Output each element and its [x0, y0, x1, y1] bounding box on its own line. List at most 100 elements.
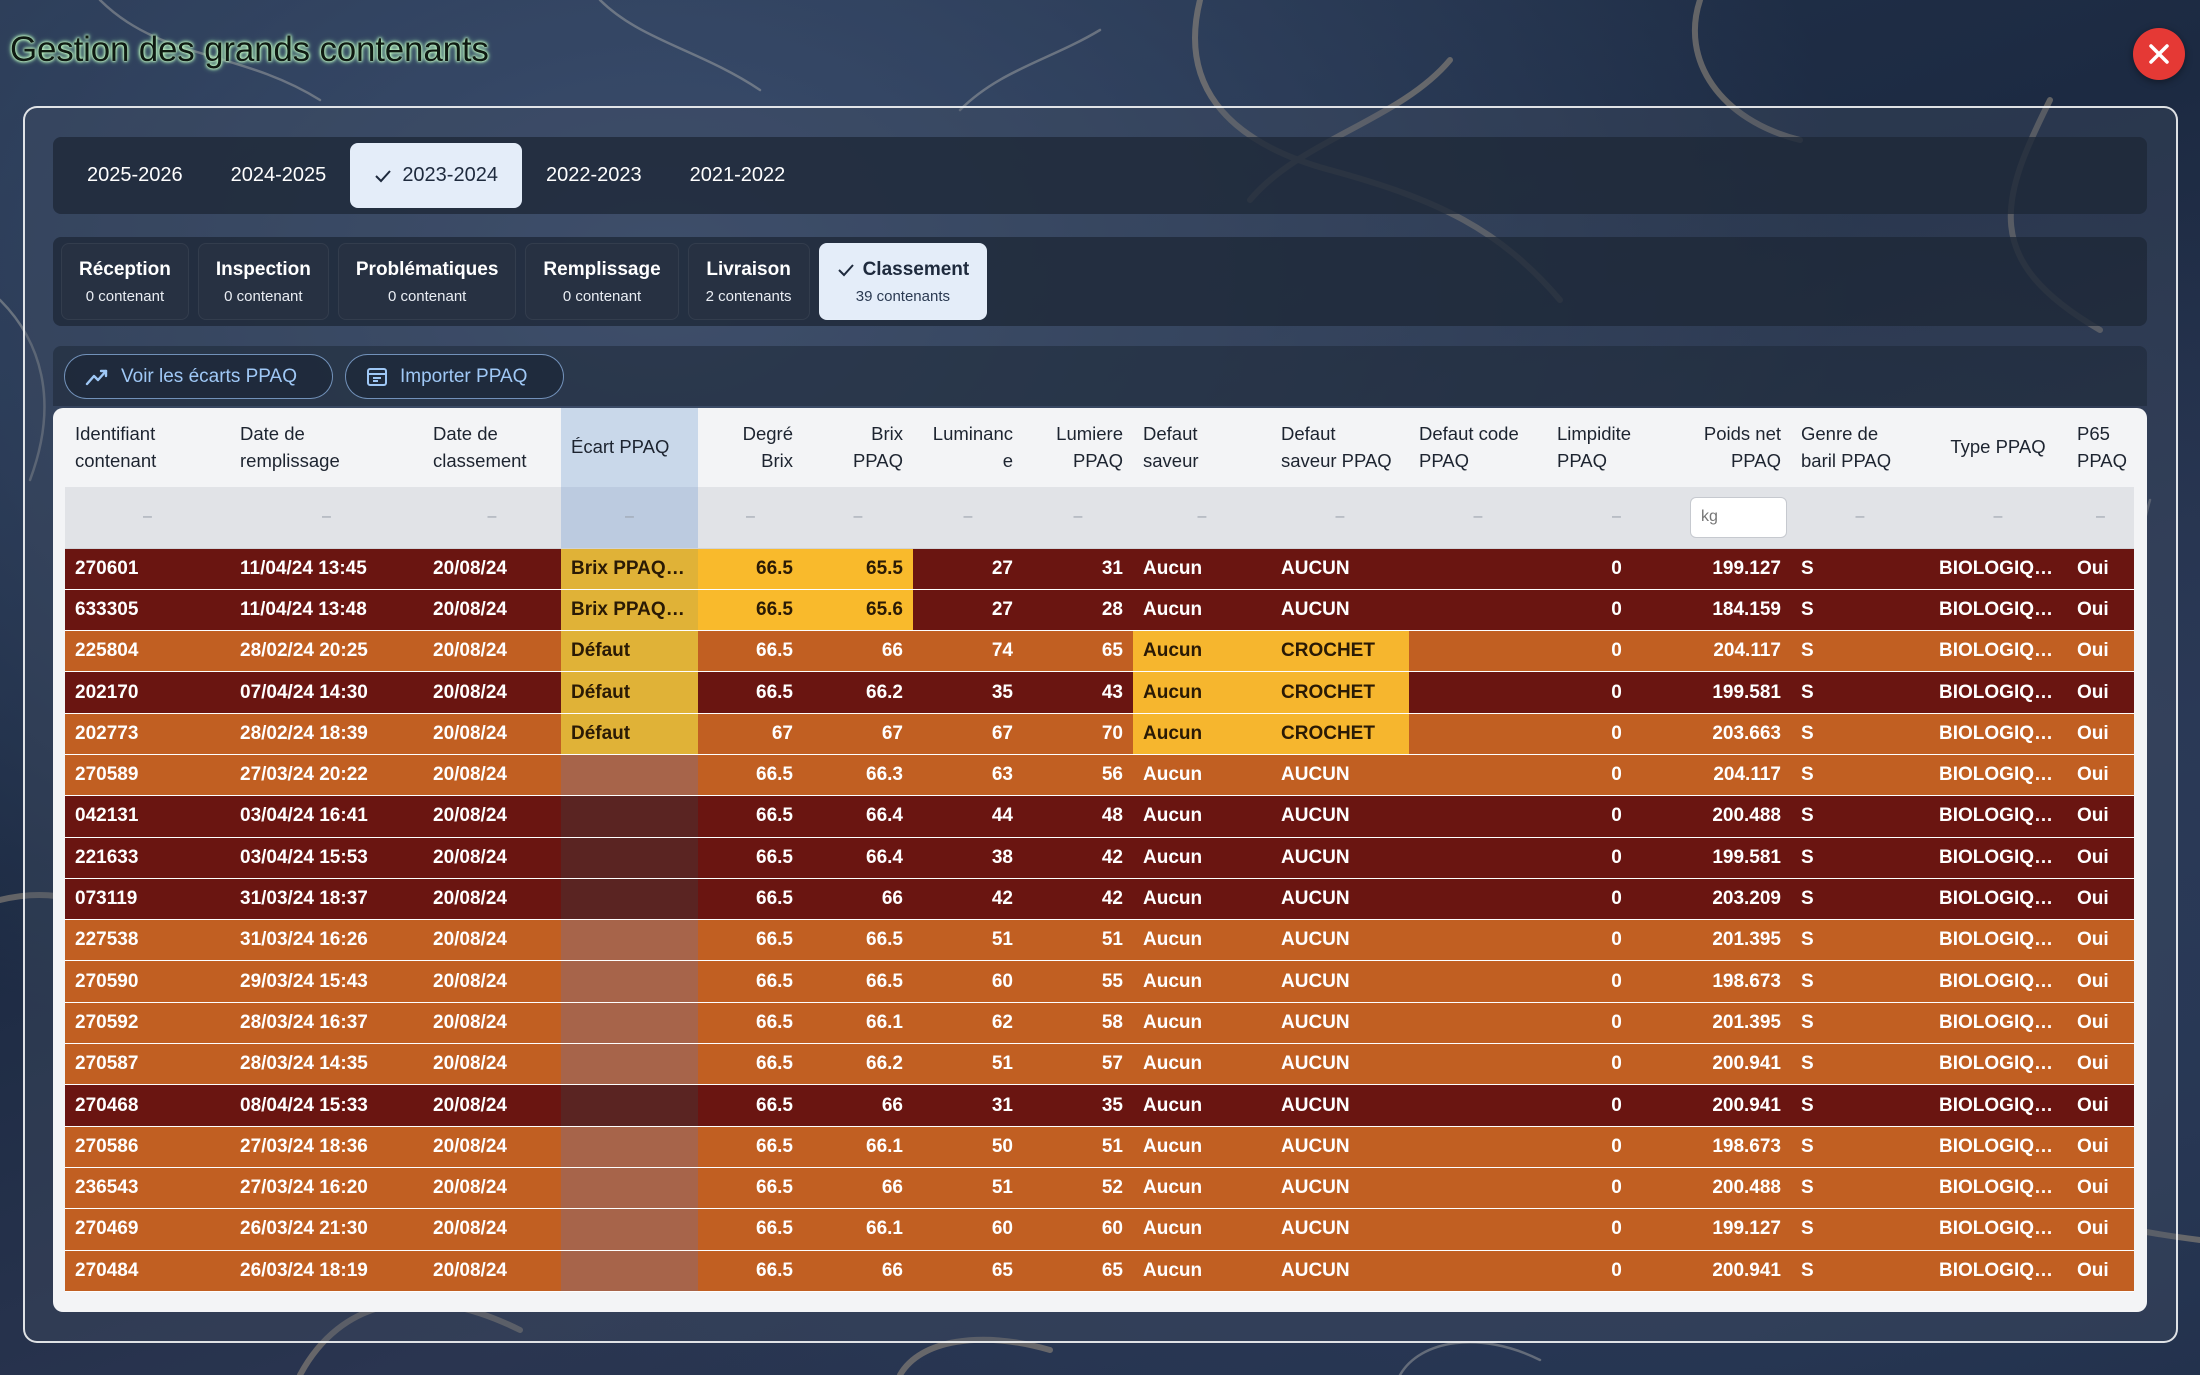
tab-stage-reception[interactable]: Réception 0 contenant: [61, 243, 189, 320]
cell-ecart-ppaq: [561, 919, 698, 962]
tab-year-2024-2025[interactable]: 2024-2025: [207, 143, 351, 208]
cell-p65-ppaq: Oui: [2067, 878, 2134, 921]
filter-limpidite-ppaq[interactable]: –: [1547, 487, 1686, 549]
col-header-lumiere-ppaq[interactable]: Lumiere PPAQ: [1023, 408, 1133, 487]
filter-luminance[interactable]: –: [913, 487, 1023, 549]
cell-lumiere-ppaq: 42: [1023, 878, 1133, 921]
col-header-id[interactable]: Identifiant contenant: [65, 408, 230, 487]
col-header-date-classement[interactable]: Date de classement: [423, 408, 561, 487]
importer-ppaq-button[interactable]: Importer PPAQ: [345, 354, 564, 399]
cell-defaut-code-ppaq: [1409, 1126, 1547, 1168]
col-header-brix-ppaq[interactable]: Brix PPAQ: [803, 408, 913, 487]
col-header-type-ppaq[interactable]: Type PPAQ: [1929, 408, 2067, 487]
cell-limpidite-ppaq: 0: [1547, 1167, 1686, 1210]
table-row[interactable]: 042131 03/04/24 16:41 20/08/24 66.5 66.4 44 48…: [65, 795, 2134, 838]
table-row[interactable]: 225804 28/02/24 20:25 20/08/24 Défaut 66.5 66…: [65, 630, 2134, 673]
filter-lumiere-ppaq[interactable]: –: [1023, 487, 1133, 549]
cell-defaut-saveur-ppaq: AUCUN: [1271, 878, 1409, 921]
tab-stage-livraison[interactable]: Livraison 2 contenants: [687, 243, 810, 320]
cell-p65-ppaq: Oui: [2067, 1208, 2134, 1251]
col-header-genre-baril[interactable]: Genre de baril PPAQ: [1791, 408, 1929, 487]
tab-stage-inspection[interactable]: Inspection 0 contenant: [197, 243, 329, 320]
cell-lumiere-ppaq: 52: [1023, 1167, 1133, 1210]
filter-defaut-saveur[interactable]: –: [1133, 487, 1271, 549]
cell-defaut-saveur: Aucun: [1133, 1043, 1271, 1086]
filter-genre-baril[interactable]: –: [1791, 487, 1929, 549]
filter-date-remplissage[interactable]: –: [230, 487, 423, 549]
cell-date-classement: 20/08/24: [423, 1043, 561, 1086]
cell-ecart-ppaq: [561, 1250, 698, 1292]
table-row[interactable]: 270469 26/03/24 21:30 20/08/24 66.5 66.1 60 60…: [65, 1208, 2134, 1251]
col-header-defaut-saveur-ppaq[interactable]: Defaut saveur PPAQ: [1271, 408, 1409, 487]
cell-defaut-code-ppaq: [1409, 754, 1547, 797]
cell-type-ppaq: BIOLOGIQUE: [1929, 630, 2067, 673]
tab-year-2022-2023[interactable]: 2022-2023: [522, 143, 666, 208]
cell-genre-baril: S: [1791, 713, 1929, 755]
cell-degre-brix: 66.5: [698, 1126, 803, 1168]
table-row[interactable]: 270592 28/03/24 16:37 20/08/24 66.5 66.1 62 58…: [65, 1002, 2134, 1045]
col-header-defaut-code-ppaq[interactable]: Defaut code PPAQ: [1409, 408, 1547, 487]
cell-id: 270586: [65, 1126, 230, 1168]
poids-net-filter-input[interactable]: [1690, 496, 1787, 538]
table-row[interactable]: 270587 28/03/24 14:35 20/08/24 66.5 66.2 51 57…: [65, 1043, 2134, 1086]
stage-tab-label: Classement: [862, 258, 970, 280]
table-row[interactable]: 270589 27/03/24 20:22 20/08/24 66.5 66.3 63 56…: [65, 754, 2134, 797]
table-row[interactable]: 270484 26/03/24 18:19 20/08/24 66.5 66 65 65 Au…: [65, 1250, 2134, 1292]
col-header-limpidite-ppaq[interactable]: Limpidite PPAQ: [1547, 408, 1686, 487]
filter-degre-brix[interactable]: –: [698, 487, 803, 549]
year-tab-label: 2025-2026: [87, 164, 183, 186]
filter-type-ppaq[interactable]: –: [1929, 487, 2067, 549]
cell-defaut-code-ppaq: [1409, 878, 1547, 921]
filter-defaut-code-ppaq[interactable]: –: [1409, 487, 1547, 549]
cell-genre-baril: S: [1791, 1126, 1929, 1168]
cell-type-ppaq: BIOLOGIQUE: [1929, 878, 2067, 921]
tab-stage-classement[interactable]: Classement 39 contenants: [818, 243, 988, 320]
col-header-defaut-saveur[interactable]: Defaut saveur: [1133, 408, 1271, 487]
table-row[interactable]: 270601 11/04/24 13:45 20/08/24 Brix PPAQ di…: [65, 548, 2134, 590]
table-row[interactable]: 270586 27/03/24 18:36 20/08/24 66.5 66.1 50 51…: [65, 1126, 2134, 1168]
tab-stage-remplissage[interactable]: Remplissage 0 contenant: [525, 243, 679, 320]
cell-defaut-saveur: Aucun: [1133, 1167, 1271, 1210]
table-row[interactable]: 227538 31/03/24 16:26 20/08/24 66.5 66.5 51 51…: [65, 919, 2134, 962]
cell-degre-brix: 66.5: [698, 1002, 803, 1045]
filter-row: – – – – – – – – – – – – – – –: [65, 487, 2134, 549]
stage-tab-label: Remplissage: [543, 258, 661, 280]
tab-year-2025-2026[interactable]: 2025-2026: [63, 143, 207, 208]
table-row[interactable]: 202170 07/04/24 14:30 20/08/24 Défaut 66.5 66…: [65, 671, 2134, 714]
tab-year-2021-2022[interactable]: 2021-2022: [666, 143, 810, 208]
table-row[interactable]: 270590 29/03/24 15:43 20/08/24 66.5 66.5 60 55…: [65, 960, 2134, 1003]
col-header-date-remplissage[interactable]: Date de remplissage: [230, 408, 423, 487]
filter-id[interactable]: –: [65, 487, 230, 549]
cell-defaut-code-ppaq: [1409, 1167, 1547, 1210]
cell-type-ppaq: BIOLOGIQUE: [1929, 1250, 2067, 1292]
header-row: Identifiant contenant Date de remplissage …: [65, 408, 2134, 487]
tab-stage-problematiques[interactable]: Problématiques 0 contenant: [337, 243, 517, 320]
filter-date-classement[interactable]: –: [423, 487, 561, 549]
filter-brix-ppaq[interactable]: –: [803, 487, 913, 549]
col-header-ecart-ppaq[interactable]: Écart PPAQ: [561, 408, 698, 487]
tab-year-2023-2024[interactable]: 2023-2024: [350, 143, 522, 208]
table-row[interactable]: 270468 08/04/24 15:33 20/08/24 66.5 66 31 35 Au…: [65, 1084, 2134, 1127]
table-row[interactable]: 236543 27/03/24 16:20 20/08/24 66.5 66 51 52 Au…: [65, 1167, 2134, 1210]
cell-luminance: 35: [913, 671, 1023, 714]
cell-brix-ppaq: 65.5: [803, 548, 913, 590]
col-header-p65-ppaq[interactable]: P65 PPAQ: [2067, 408, 2134, 487]
table-row[interactable]: 633305 11/04/24 13:48 20/08/24 Brix PPAQ di…: [65, 589, 2134, 632]
voir-ecarts-button[interactable]: Voir les écarts PPAQ: [64, 354, 333, 399]
cell-defaut-code-ppaq: [1409, 589, 1547, 632]
col-header-luminance[interactable]: Luminanc e: [913, 408, 1023, 487]
cell-defaut-saveur-ppaq: AUCUN: [1271, 589, 1409, 632]
cell-limpidite-ppaq: 0: [1547, 713, 1686, 755]
cell-lumiere-ppaq: 55: [1023, 960, 1133, 1003]
filter-defaut-saveur-ppaq[interactable]: –: [1271, 487, 1409, 549]
filter-p65-ppaq[interactable]: –: [2067, 487, 2134, 549]
filter-ecart[interactable]: –: [561, 487, 698, 549]
col-header-degre-brix[interactable]: Degré Brix: [698, 408, 803, 487]
table-row[interactable]: 202773 28/02/24 18:39 20/08/24 Défaut 67 67 67…: [65, 713, 2134, 755]
table-row[interactable]: 221633 03/04/24 15:53 20/08/24 66.5 66.4 38 42…: [65, 837, 2134, 879]
col-header-poids-net-ppaq[interactable]: Poids net PPAQ: [1686, 408, 1791, 487]
table-row[interactable]: 073119 31/03/24 18:37 20/08/24 66.5 66 42 42 Au…: [65, 878, 2134, 921]
cell-ecart-ppaq: [561, 1126, 698, 1168]
close-button[interactable]: [2133, 28, 2185, 80]
cell-defaut-code-ppaq: [1409, 713, 1547, 755]
